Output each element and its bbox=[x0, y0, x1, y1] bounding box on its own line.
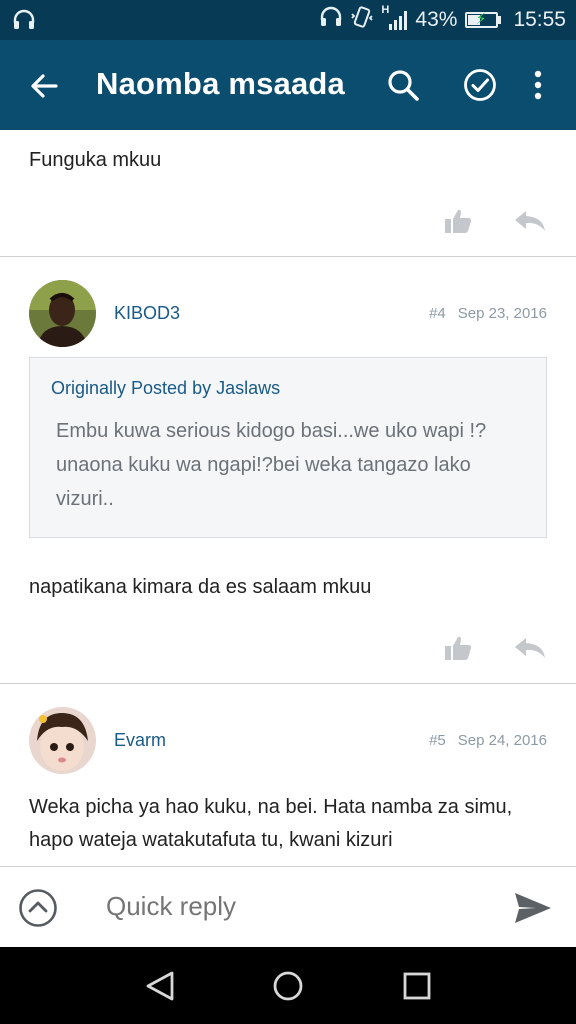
post-actions bbox=[444, 635, 546, 666]
nav-back-icon[interactable] bbox=[144, 969, 178, 1003]
reply-icon[interactable] bbox=[514, 209, 546, 238]
thread-title: Naomba msaada bbox=[96, 66, 345, 101]
headset-icon bbox=[12, 9, 36, 36]
reply-icon[interactable] bbox=[514, 636, 546, 665]
system-nav-bar bbox=[0, 947, 576, 1024]
post-meta: #5 Sep 24, 2016 bbox=[429, 732, 547, 749]
post-text: Funguka mkuu bbox=[29, 149, 162, 171]
vibrate-icon bbox=[351, 5, 374, 35]
post-text: napatikana kimara da es salaam mkuu bbox=[29, 576, 372, 598]
post-author[interactable]: Evarm bbox=[114, 730, 166, 751]
battery-charging-icon: ⚡ bbox=[465, 12, 502, 28]
avatar[interactable] bbox=[29, 707, 96, 774]
post-date: Sep 24, 2016 bbox=[457, 732, 547, 749]
quick-reply-input[interactable] bbox=[106, 891, 486, 922]
post-number: #4 bbox=[429, 305, 446, 322]
post-author[interactable]: KIBOD3 bbox=[114, 303, 180, 324]
post-date: Sep 23, 2016 bbox=[457, 305, 547, 322]
search-icon[interactable] bbox=[383, 65, 423, 105]
nav-home-icon[interactable] bbox=[271, 969, 305, 1003]
post-text: Weka picha ya hao kuku, na bei. Hata nam… bbox=[29, 796, 513, 851]
check-circle-icon[interactable] bbox=[460, 65, 500, 105]
send-icon[interactable] bbox=[514, 892, 552, 924]
like-icon[interactable] bbox=[444, 635, 472, 666]
quick-reply-bar bbox=[0, 866, 576, 947]
network-type-label: H bbox=[381, 4, 390, 16]
like-icon[interactable] bbox=[444, 208, 472, 239]
post-divider bbox=[0, 256, 576, 257]
app-bar: Naomba msaada bbox=[0, 40, 576, 130]
post-actions bbox=[444, 208, 546, 239]
battery-percent: 43% bbox=[415, 8, 458, 31]
clock: 15:55 bbox=[513, 8, 566, 31]
thread-posts[interactable]: Funguka mkuu KIBOD3 #4 Sep 23, 2016 Orig… bbox=[0, 130, 576, 866]
post-divider bbox=[0, 683, 576, 684]
headset-icon bbox=[319, 6, 343, 34]
more-vert-icon[interactable] bbox=[518, 65, 558, 105]
quote-header[interactable]: Originally Posted by Jaslaws bbox=[51, 378, 280, 399]
post-number: #5 bbox=[429, 732, 446, 749]
signal-icon: H bbox=[381, 4, 408, 30]
status-bar: H 43% ⚡ 15:55 bbox=[0, 0, 576, 40]
back-arrow-icon[interactable] bbox=[26, 68, 62, 104]
expand-up-icon[interactable] bbox=[18, 888, 58, 928]
post-meta: #4 Sep 23, 2016 bbox=[429, 305, 547, 322]
quote-text: Embu kuwa serious kidogo basi...we uko w… bbox=[56, 420, 487, 510]
avatar[interactable] bbox=[29, 280, 96, 347]
quote-block: Originally Posted by Jaslaws Embu kuwa s… bbox=[29, 357, 547, 538]
nav-recents-icon[interactable] bbox=[400, 969, 434, 1003]
